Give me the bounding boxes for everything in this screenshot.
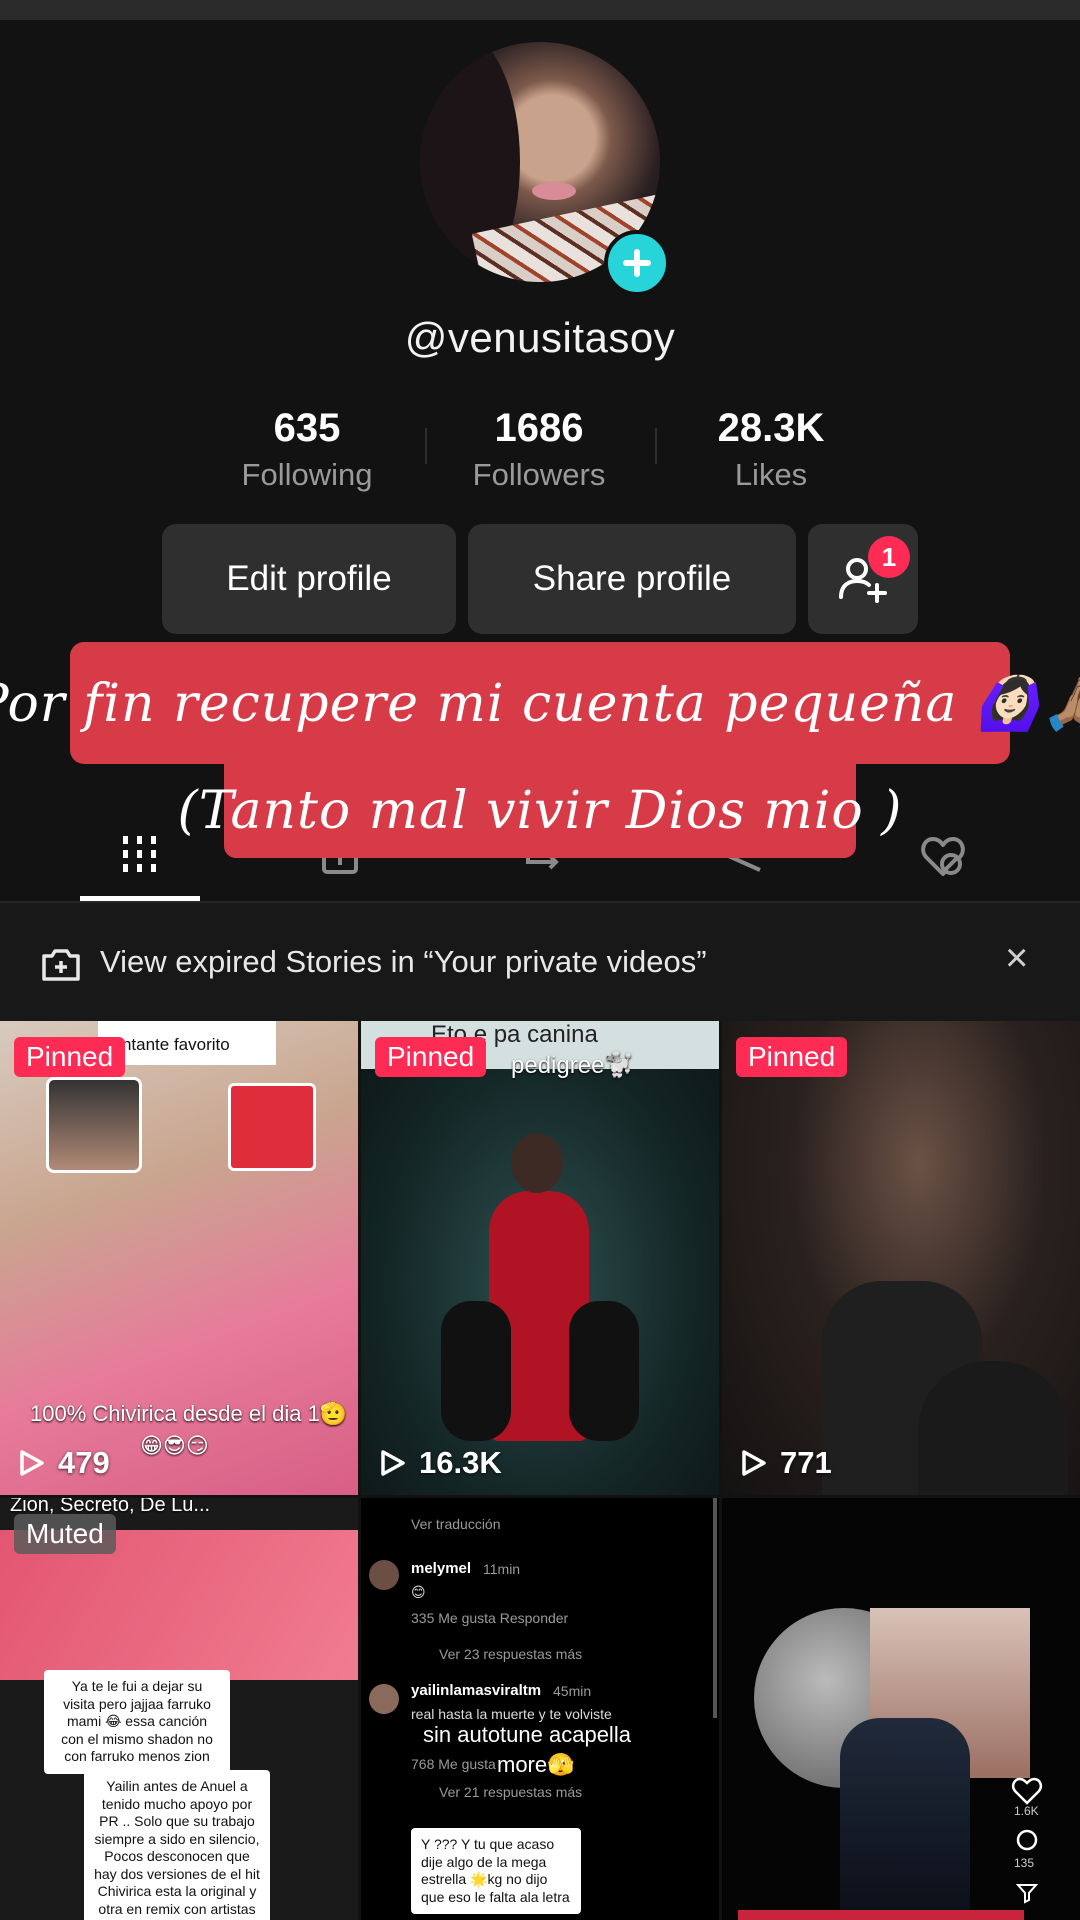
followers-count: 1686	[494, 406, 584, 450]
heart-hidden-icon[interactable]	[918, 834, 968, 878]
edit-profile-button[interactable]: Edit profile	[162, 524, 456, 634]
thumb-text: pedigree🐩	[511, 1052, 635, 1079]
filter-icon	[1016, 1884, 1038, 1904]
caption-text-1: Por fin recupere mi cuenta pequeña 🙆🏻‍♀️…	[0, 673, 1080, 734]
share-profile-button[interactable]: Share profile	[468, 524, 796, 634]
pinned-badge: Pinned	[736, 1037, 848, 1077]
video-thumbnail[interactable]: cantante favorito 100% Chivirica desde e…	[0, 1021, 358, 1495]
username: @venusitasoy	[404, 314, 676, 361]
play-icon	[742, 1450, 766, 1476]
like-count: 1.6K	[1014, 1804, 1039, 1818]
view-count: 479	[16, 1445, 110, 1481]
thumb-figure-head	[511, 1133, 563, 1193]
video-caption-line1: Por fin recupere mi cuenta pequeña 🙆🏻‍♀️…	[0, 642, 1080, 764]
video-thumbnail[interactable]: 1.6K 135	[722, 1498, 1080, 1920]
view-count-value: 771	[780, 1445, 832, 1480]
thumb-dog	[569, 1301, 639, 1441]
thumb-emoji: 😁😎😏	[140, 1433, 209, 1458]
friend-request-badge: 1	[868, 536, 910, 578]
comment-avatar	[369, 1560, 399, 1590]
stories-camera-icon	[42, 949, 80, 981]
reply-card: Ya te le fui a dejar su visita pero jajj…	[44, 1670, 230, 1774]
view-count-value: 16.3K	[419, 1445, 502, 1480]
comment-meta: 335 Me gusta Responder	[411, 1610, 569, 1626]
comment-text: real hasta la muerte y te volviste	[411, 1706, 612, 1722]
thumb-face-right	[228, 1083, 316, 1171]
likes-label: Likes	[734, 457, 808, 492]
comment-text: 😊	[411, 1584, 426, 1600]
pinned-badge: Pinned	[14, 1037, 126, 1077]
heart-icon	[1011, 1777, 1043, 1805]
following-stat[interactable]: 635 Following	[192, 406, 422, 493]
view-count-value: 479	[58, 1445, 110, 1480]
scrollbar	[713, 1498, 717, 1718]
comment-time: 45min	[553, 1683, 592, 1699]
video-thumbnail[interactable]: Ver traducción melymel 11min 😊 335 Me gu…	[361, 1498, 719, 1920]
video-thumbnail[interactable]: Pinned 771	[722, 1021, 1080, 1495]
likes-stat[interactable]: 28.3K Likes	[656, 406, 886, 493]
thumb-face-left	[46, 1077, 142, 1173]
view-count: 771	[738, 1445, 832, 1481]
pinned-badge: Pinned	[375, 1037, 487, 1077]
thumb-figure	[840, 1718, 970, 1920]
video-thumbnail[interactable]: Zion, Secreto, De Lu... Ya te le fui a d…	[0, 1498, 358, 1920]
thumb-text: 100% Chivirica desde el dia 1🫡	[30, 1401, 348, 1426]
overlay-text: sin autotune acapella	[423, 1722, 631, 1747]
play-icon	[20, 1450, 44, 1476]
add-story-button[interactable]	[604, 230, 670, 296]
reply-card: Y ??? Y tu que acaso dije algo de la meg…	[411, 1828, 581, 1914]
avatar-lips	[532, 182, 576, 200]
comment-more: Ver 21 respuestas más	[439, 1784, 583, 1800]
following-label: Following	[241, 457, 373, 492]
comment-more: Ver 23 respuestas más	[439, 1646, 583, 1662]
thumb-dog	[441, 1301, 511, 1441]
thumb-bottom-bar	[738, 1910, 1024, 1920]
followers-stat[interactable]: 1686 Followers	[424, 406, 654, 493]
close-banner-button[interactable]: ×	[1005, 936, 1028, 981]
reply-card: Yailin antes de Anuel a tenido mucho apo…	[84, 1770, 270, 1920]
followers-label: Followers	[472, 457, 606, 492]
video-thumbnail[interactable]: Eto e pa canina pedigree🐩 Pinned 16.3K	[361, 1021, 719, 1495]
thumb-inset-figure	[918, 1361, 1068, 1495]
comment-count: 135	[1014, 1856, 1035, 1870]
view-count: 16.3K	[377, 1445, 502, 1481]
banner-text: View expired Stories in “Your private vi…	[100, 944, 707, 979]
overlay-text: more🫣	[497, 1752, 575, 1777]
muted-badge: Muted	[14, 1514, 116, 1554]
likes-count: 28.3K	[717, 406, 825, 450]
caption-text-2: (Tanto mal vivir Dios mio )	[177, 781, 903, 841]
comment-username: yailinlamasviraltm	[411, 1682, 542, 1699]
grid-icon[interactable]	[118, 832, 162, 876]
comment-username: melymel	[411, 1560, 472, 1577]
comment-meta: 768 Me gusta	[411, 1756, 496, 1772]
following-count: 635	[273, 406, 341, 450]
play-icon	[381, 1450, 405, 1476]
comment-translate: Ver traducción	[411, 1516, 501, 1532]
status-bar	[0, 0, 1080, 20]
comment-time: 11min	[483, 1561, 521, 1577]
comment-icon	[1016, 1829, 1038, 1851]
video-caption-line2: (Tanto mal vivir Dios mio )	[178, 764, 901, 858]
comment-avatar	[369, 1684, 399, 1714]
plus-icon	[623, 249, 651, 277]
